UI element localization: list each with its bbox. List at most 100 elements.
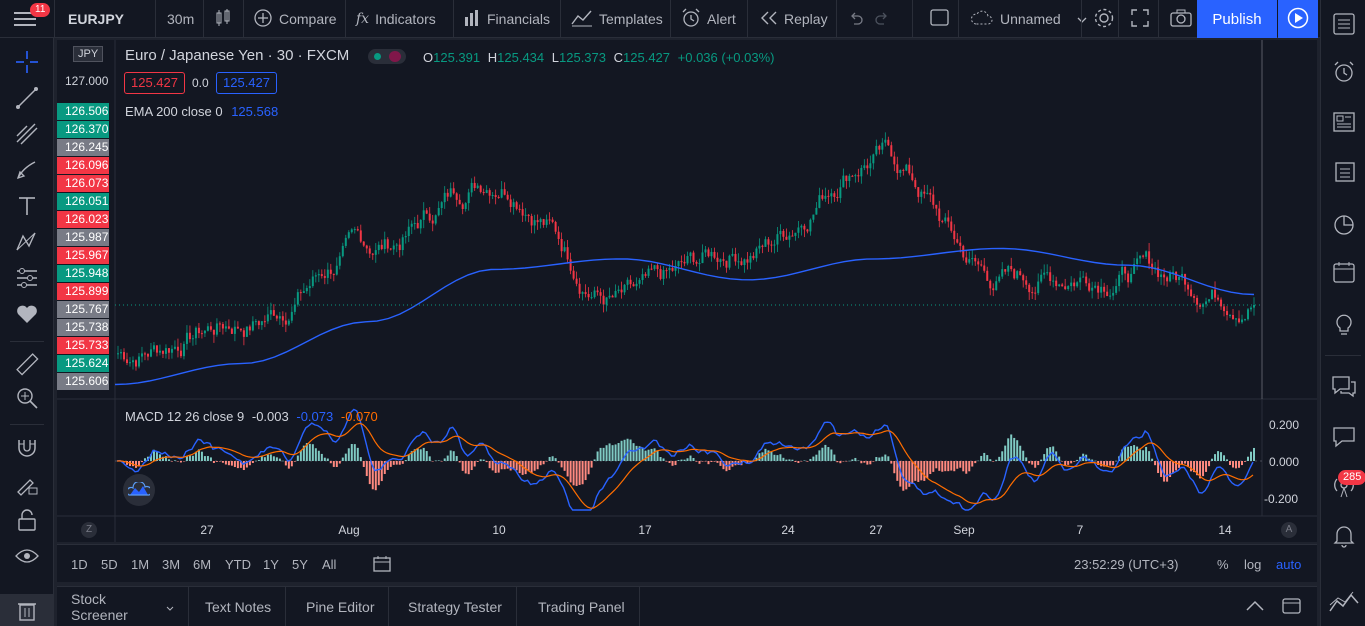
- layout-name-button[interactable]: Unnamed: [962, 0, 1095, 38]
- candle-body: [1001, 269, 1004, 277]
- range-button-3m[interactable]: 3M: [162, 545, 180, 583]
- crosshair-tool[interactable]: [12, 48, 42, 78]
- favorites-tool[interactable]: [12, 300, 42, 330]
- tab-text-notes[interactable]: Text Notes: [191, 587, 287, 626]
- candle-body: [461, 204, 464, 210]
- macd-histogram-bar: [719, 461, 722, 466]
- snapshot-button[interactable]: [1162, 0, 1200, 38]
- tab-stock-screener[interactable]: Stock Screener: [57, 587, 189, 626]
- publish-button[interactable]: Publish: [1197, 0, 1277, 38]
- remove-tool[interactable]: [0, 594, 54, 626]
- macd-histogram-bar: [473, 461, 476, 467]
- ideas-button[interactable]: [123, 474, 155, 506]
- symbol-search[interactable]: EURJPY: [60, 0, 132, 38]
- chart-pane[interactable]: 127.000 126.506 126.370 126.245 126.096 126.0…: [57, 40, 1317, 542]
- interval-button[interactable]: 30m: [159, 0, 202, 38]
- chart-type-button[interactable]: [206, 0, 240, 38]
- candle-body: [875, 145, 878, 155]
- price-axis[interactable]: 127.000 126.506 126.370 126.245 126.096 126.0…: [57, 40, 115, 400]
- candle-body: [446, 192, 449, 197]
- macd-legend[interactable]: MACD 12 26 close 9 -0.003 -0.073 -0.070: [125, 409, 378, 424]
- indicators-button[interactable]: fx Indicators: [348, 0, 444, 38]
- pattern-tool[interactable]: [12, 228, 42, 258]
- range-button-all[interactable]: All: [322, 545, 336, 583]
- macd-histogram-bar: [716, 461, 719, 463]
- currency-badge[interactable]: JPY: [73, 46, 104, 62]
- redo-button[interactable]: [866, 0, 898, 38]
- time-zone-button[interactable]: Z: [81, 522, 97, 538]
- sell-button[interactable]: 125.427: [124, 72, 185, 94]
- macd-histogram-bar: [947, 461, 950, 472]
- lock-all-tool[interactable]: [12, 506, 42, 536]
- range-button-1d[interactable]: 1D: [71, 545, 88, 583]
- alerts-button[interactable]: [1329, 58, 1359, 88]
- range-button-6m[interactable]: 6M: [193, 545, 211, 583]
- compare-button[interactable]: Compare: [245, 0, 345, 38]
- macd-histogram-bar: [1109, 461, 1112, 466]
- zoom-tool[interactable]: [12, 384, 42, 414]
- financials-button[interactable]: Financials: [455, 0, 558, 38]
- percent-toggle[interactable]: %: [1217, 545, 1229, 583]
- clock[interactable]: 23:52:29 (UTC+3): [1074, 545, 1178, 583]
- templates-button[interactable]: Templates: [563, 0, 671, 38]
- range-button-1m[interactable]: 1M: [131, 545, 149, 583]
- time-axis[interactable]: 27 Aug 10 17 24 27 Sep 7 14: [115, 516, 1261, 542]
- alert-button[interactable]: Alert: [673, 0, 744, 38]
- visibility-tool[interactable]: [12, 542, 42, 572]
- notifications-button[interactable]: [1329, 522, 1359, 552]
- candle-body: [125, 359, 128, 364]
- candle-body: [1136, 258, 1139, 265]
- fullscreen-button[interactable]: [1123, 0, 1157, 38]
- candle-body: [902, 169, 905, 171]
- measure-tool[interactable]: [12, 350, 42, 380]
- calendar-button[interactable]: [1329, 210, 1359, 240]
- lock-drawing-tool[interactable]: [12, 470, 42, 500]
- auto-scale-button[interactable]: A: [1281, 522, 1297, 538]
- fullscreen-layout-button[interactable]: [922, 0, 958, 38]
- candle-body: [1226, 311, 1229, 316]
- buy-button[interactable]: 125.427: [216, 72, 277, 94]
- prediction-tool[interactable]: [12, 264, 42, 294]
- fib-tool[interactable]: [12, 120, 42, 150]
- macd-histogram-bar: [233, 461, 236, 468]
- collapse-panel-button[interactable]: [1245, 599, 1265, 615]
- play-button[interactable]: [1278, 0, 1318, 38]
- public-chat-button[interactable]: [1329, 423, 1359, 453]
- macd-histogram-bar: [416, 448, 419, 461]
- range-button-5d[interactable]: 5D: [101, 545, 118, 583]
- tab-strategy-tester[interactable]: Strategy Tester: [394, 587, 517, 626]
- macd-histogram-bar: [893, 461, 896, 474]
- watchlist-button[interactable]: [1329, 10, 1359, 40]
- candle-body: [224, 326, 227, 329]
- text-tool[interactable]: [12, 192, 42, 222]
- replay-button[interactable]: Replay: [752, 0, 836, 38]
- range-button-1y[interactable]: 1Y: [263, 545, 279, 583]
- tab-pine-editor[interactable]: Pine Editor: [292, 587, 390, 626]
- candle-body: [971, 258, 974, 260]
- range-button-5y[interactable]: 5Y: [292, 545, 308, 583]
- hotlists-button[interactable]: [1329, 157, 1359, 187]
- brush-tool[interactable]: [12, 156, 42, 186]
- macd-histogram-bar: [953, 461, 956, 472]
- macd-histogram-bar: [824, 444, 827, 461]
- log-toggle[interactable]: log: [1244, 545, 1261, 583]
- maximize-panel-button[interactable]: [1282, 597, 1302, 618]
- candle-body: [956, 239, 959, 243]
- trading-chart-button[interactable]: [1329, 588, 1359, 618]
- trendline-tool[interactable]: [12, 84, 42, 114]
- date-range-button[interactable]: [373, 555, 391, 576]
- magnet-tool[interactable]: [12, 434, 42, 464]
- macd-histogram-bar: [773, 454, 776, 461]
- tab-trading-panel[interactable]: Trading Panel: [524, 587, 640, 626]
- range-button-ytd[interactable]: YTD: [225, 545, 251, 583]
- auto-toggle[interactable]: auto: [1276, 545, 1301, 583]
- candle-body: [1013, 269, 1016, 279]
- macd-histogram-bar: [1202, 461, 1205, 477]
- price-label: 125.899: [57, 283, 109, 300]
- ema-legend[interactable]: EMA 200 close 0 125.568: [125, 104, 278, 119]
- time-tick-label: Sep: [953, 523, 975, 537]
- data-window-button[interactable]: [1329, 108, 1359, 138]
- ideas-stream-button[interactable]: [1329, 310, 1359, 340]
- economic-calendar-button[interactable]: [1329, 258, 1359, 288]
- chats-button[interactable]: [1329, 372, 1359, 402]
